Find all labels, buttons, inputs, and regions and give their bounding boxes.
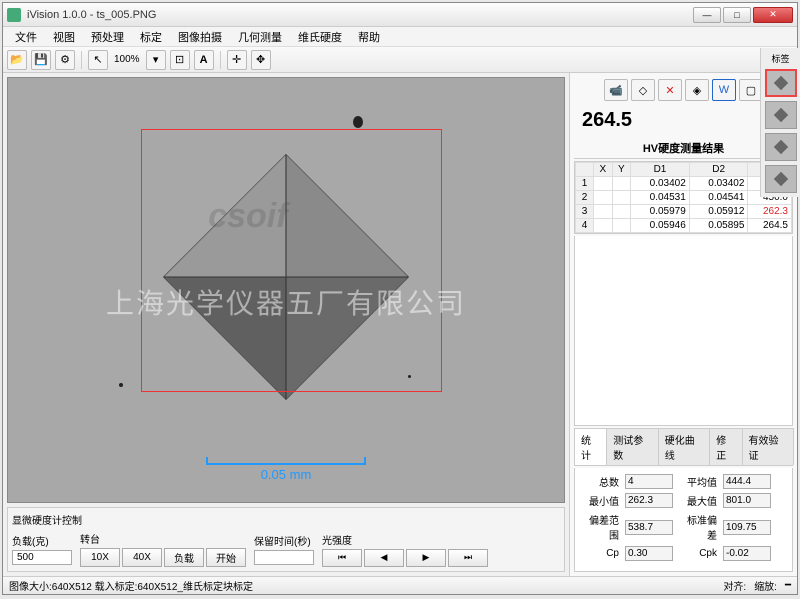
mark-icon[interactable]: ◈ xyxy=(685,79,709,101)
word-icon[interactable]: W xyxy=(712,79,736,101)
status-left: 图像大小:640X512 载入标定:640X512_维氏标定块标定 xyxy=(9,578,253,593)
stat-range xyxy=(625,520,673,535)
delete-icon[interactable]: ✕ xyxy=(658,79,682,101)
fit-icon[interactable]: ⊡ xyxy=(170,50,190,70)
text-icon[interactable]: A xyxy=(194,50,214,70)
statusbar: 图像大小:640X512 载入标定:640X512_维氏标定块标定 对齐: 缩放… xyxy=(3,576,797,594)
zoom-value[interactable]: 100% xyxy=(112,53,142,66)
thumbnail[interactable] xyxy=(765,101,797,129)
hardness-control-panel: 显微硬度计控制 负载(克) 转台 10X 40X 负载 开始 xyxy=(7,507,565,572)
light-prev-icon[interactable]: ◀ xyxy=(364,549,404,567)
stat-cp xyxy=(625,546,673,561)
thumbnail[interactable] xyxy=(765,165,797,193)
control-title: 显微硬度计控制 xyxy=(12,512,560,527)
tab-curve[interactable]: 硬化曲线 xyxy=(658,428,711,465)
speck xyxy=(119,383,123,387)
stats-tabs: 统计 测试参数 硬化曲线 修正 有效验证 xyxy=(574,428,793,466)
toolbar: 📂 💾 ⚙ ↖ 100% ▾ ⊡ A ✛ ✥ xyxy=(3,47,797,73)
settings-icon[interactable]: ⚙ xyxy=(55,50,75,70)
move-icon[interactable]: ✥ xyxy=(251,50,271,70)
tab-stats[interactable]: 统计 xyxy=(574,428,607,465)
table-row: 40.059460.05895264.5 xyxy=(576,219,792,233)
menu-geometry[interactable]: 几何测量 xyxy=(230,27,290,47)
thumbnail[interactable] xyxy=(765,133,797,161)
image-viewport[interactable]: csoif 上海光学仪器五厂有限公司 0.05 mm xyxy=(7,77,565,503)
light-label: 光强度 xyxy=(322,532,488,547)
hold-label: 保留时间(秒) xyxy=(254,533,314,548)
go-load-button[interactable]: 负载 xyxy=(164,548,204,567)
tab-correct[interactable]: 修正 xyxy=(709,428,742,465)
watermark-logo: csoif xyxy=(208,197,287,236)
menu-capture[interactable]: 图像拍摄 xyxy=(170,27,230,47)
tab-params[interactable]: 测试参数 xyxy=(606,428,659,465)
thumbnail[interactable] xyxy=(765,69,797,97)
stat-max xyxy=(723,493,771,508)
stat-count xyxy=(625,474,673,489)
stat-min xyxy=(625,493,673,508)
save-icon[interactable]: 💾 xyxy=(31,50,51,70)
start-button[interactable]: 开始 xyxy=(206,548,246,567)
stat-std xyxy=(723,520,771,535)
load-input[interactable] xyxy=(12,550,72,565)
crosshair-icon[interactable]: ✛ xyxy=(227,50,247,70)
maximize-button[interactable]: □ xyxy=(723,7,751,23)
zoom-dropdown-icon[interactable]: ▾ xyxy=(146,50,166,70)
minimize-button[interactable]: — xyxy=(693,7,721,23)
tab-validate[interactable]: 有效验证 xyxy=(742,428,795,465)
camera-icon[interactable]: 📹 xyxy=(604,79,628,101)
menu-calibrate[interactable]: 标定 xyxy=(132,27,170,47)
turret-40x[interactable]: 40X xyxy=(122,548,162,567)
speck xyxy=(353,116,363,128)
menu-vickers[interactable]: 维氏硬度 xyxy=(290,27,350,47)
side-label: 标签 xyxy=(771,52,789,65)
titlebar: iVision 1.0.0 - ts_005.PNG — □ ✕ xyxy=(3,3,797,27)
diamond-icon[interactable]: ◇ xyxy=(631,79,655,101)
menu-file[interactable]: 文件 xyxy=(7,27,45,47)
measurement-box[interactable] xyxy=(141,129,441,392)
close-button[interactable]: ✕ xyxy=(753,7,793,23)
menubar: 文件 视图 预处理 标定 图像拍摄 几何测量 维氏硬度 帮助 xyxy=(3,27,797,47)
stat-cpk xyxy=(723,546,771,561)
light-next-icon[interactable]: ▶ xyxy=(406,549,446,567)
light-last-icon[interactable]: ⏭ xyxy=(448,549,488,567)
scale-label: 0.05 mm xyxy=(206,467,366,482)
pointer-icon[interactable]: ↖ xyxy=(88,50,108,70)
stat-avg xyxy=(723,474,771,489)
menu-preprocess[interactable]: 预处理 xyxy=(83,27,132,47)
turret-10x[interactable]: 10X xyxy=(80,548,120,567)
thumbnail-panel: 标签 xyxy=(760,48,800,197)
app-icon xyxy=(7,8,21,22)
window-title: iVision 1.0.0 - ts_005.PNG xyxy=(27,9,693,21)
turret-label: 转台 xyxy=(80,531,246,546)
menu-help[interactable]: 帮助 xyxy=(350,27,388,47)
scale-bar: 0.05 mm xyxy=(206,457,366,482)
menu-view[interactable]: 视图 xyxy=(45,27,83,47)
stats-panel: 总数 平均值 最小值 最大值 偏差范围 标准偏差 Cp Cpk xyxy=(574,468,793,572)
light-first-icon[interactable]: ⏮ xyxy=(322,549,362,567)
open-icon[interactable]: 📂 xyxy=(7,50,27,70)
table-row: 30.059790.05912262.3 xyxy=(576,205,792,219)
status-zoom: 缩放: xyxy=(754,578,777,593)
status-align: 对齐: xyxy=(723,578,746,593)
hold-input[interactable] xyxy=(254,550,314,565)
load-label: 负载(克) xyxy=(12,533,72,548)
